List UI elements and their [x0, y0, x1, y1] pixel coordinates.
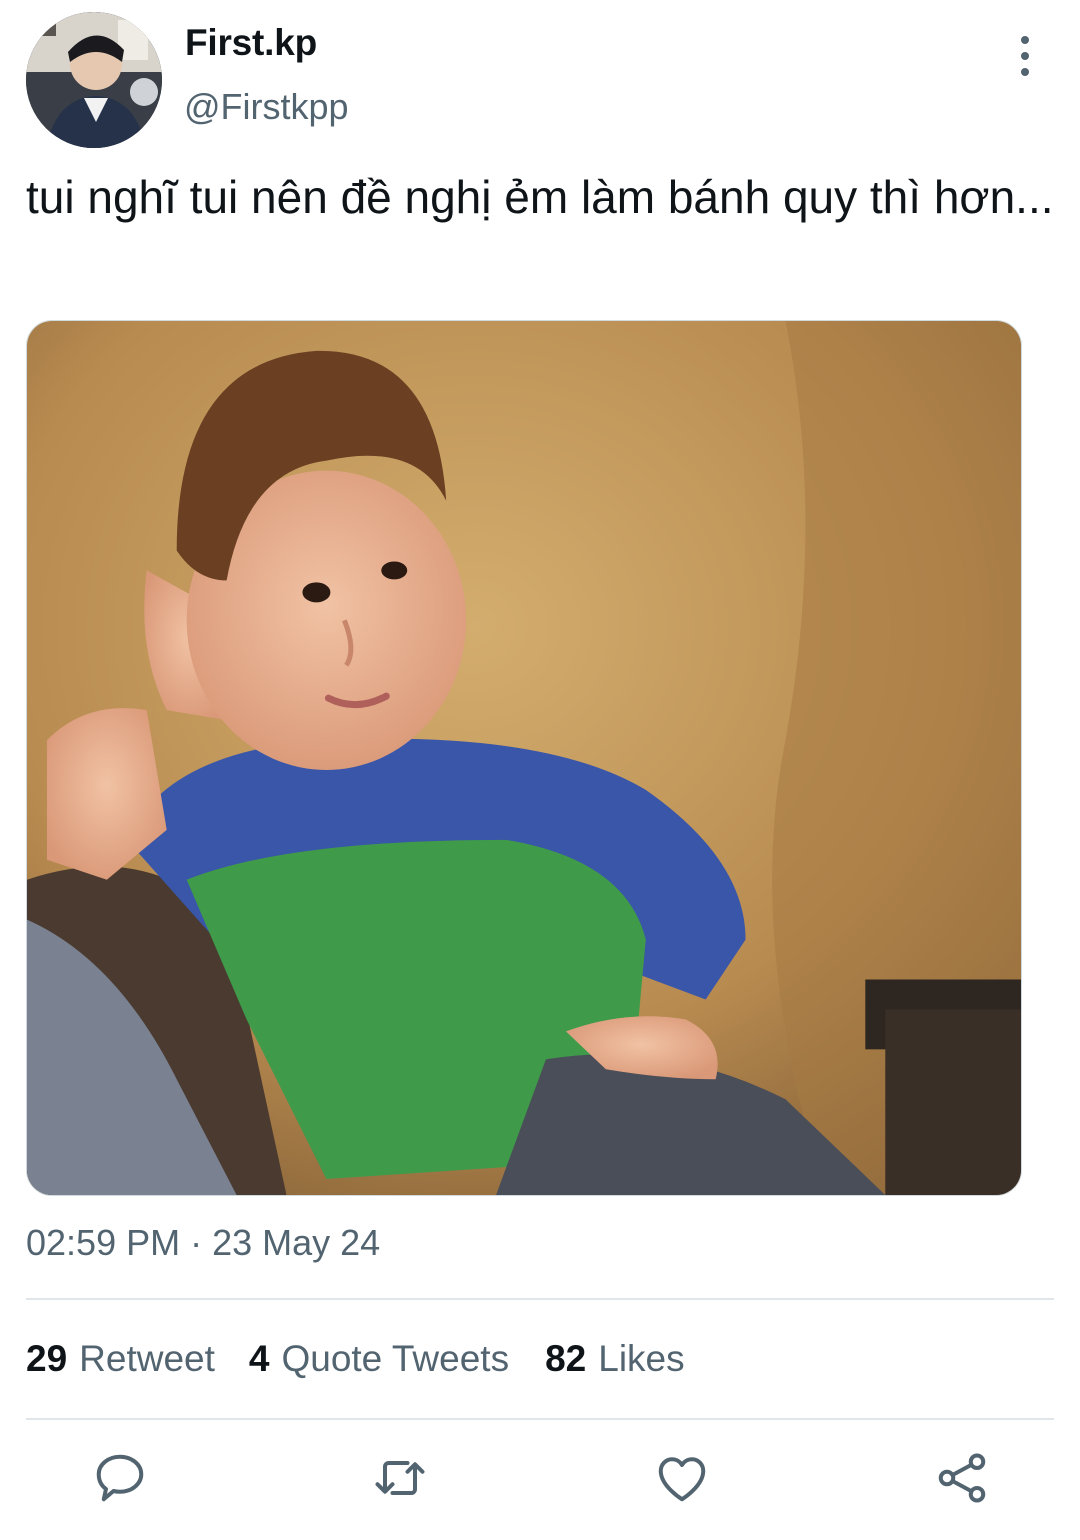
tweet-text: tui nghĩ tui nên đề nghị ẻm làm bánh quy… [26, 171, 1054, 223]
more-options-button[interactable] [1004, 32, 1046, 80]
more-dot-icon [1021, 52, 1029, 60]
tweet-media-image[interactable] [26, 320, 1022, 1196]
retweet-icon [375, 1461, 425, 1495]
tweet-timestamp[interactable]: 02:59 PM · 23 May 24 [26, 1222, 380, 1264]
likes-count: 82 [545, 1338, 587, 1379]
likes-label: Likes [598, 1338, 685, 1379]
avatar[interactable] [26, 12, 162, 148]
divider [26, 1298, 1054, 1300]
photo-child-thinking [27, 321, 1021, 1195]
likes-stat[interactable]: 82 Likes [545, 1338, 685, 1380]
heart-icon [658, 1457, 706, 1502]
tweet-detail: First.kp @Firstkpp tui nghĩ tui nên đề n… [0, 0, 1080, 1540]
more-dot-icon [1021, 68, 1029, 76]
tweet-action-bar [0, 1448, 1080, 1518]
retweet-stat[interactable]: 29 Retweet [26, 1338, 215, 1380]
retweet-label: Retweet [79, 1338, 215, 1379]
share-icon [938, 1453, 986, 1503]
quote-label: Quote Tweets [281, 1338, 510, 1379]
user-handle[interactable]: @Firstkpp [184, 86, 349, 128]
retweet-button[interactable] [370, 1448, 430, 1508]
display-name[interactable]: First.kp [185, 22, 317, 64]
like-button[interactable] [652, 1448, 712, 1508]
more-dot-icon [1021, 36, 1029, 44]
quote-tweets-stat[interactable]: 4 Quote Tweets [249, 1338, 509, 1380]
avatar-image [26, 12, 162, 148]
engagement-stats: 29 Retweet 4 Quote Tweets 82 Likes [26, 1338, 685, 1380]
retweet-count: 29 [26, 1338, 68, 1379]
quote-count: 4 [248, 1338, 270, 1379]
divider [26, 1418, 1054, 1420]
reply-button[interactable] [90, 1448, 150, 1508]
share-button[interactable] [932, 1448, 992, 1508]
reply-icon [96, 1454, 144, 1502]
